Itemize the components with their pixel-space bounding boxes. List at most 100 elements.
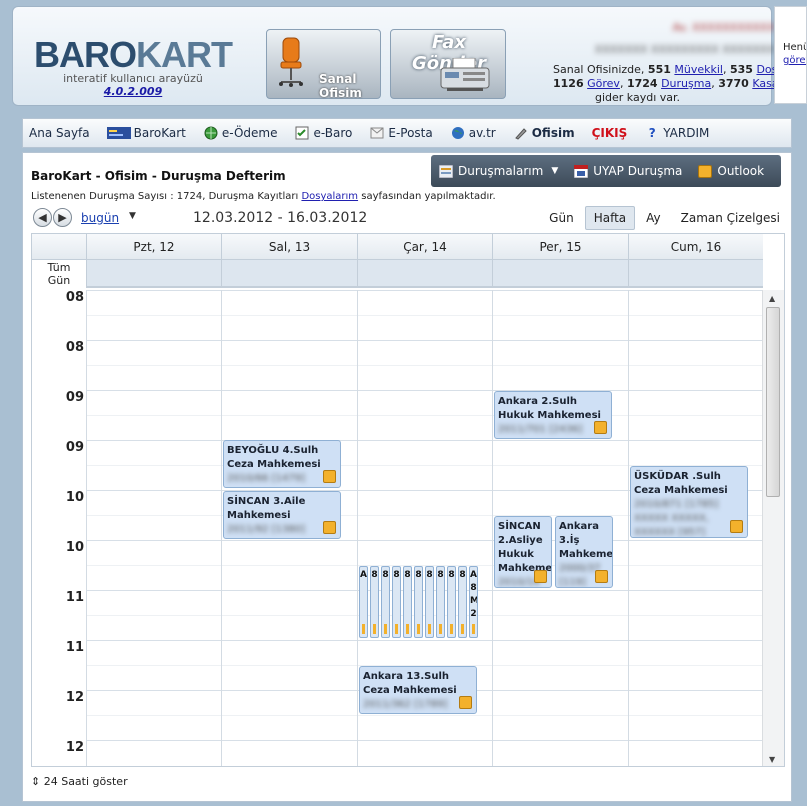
all-day-cell[interactable]	[221, 260, 357, 288]
calendar-grid: Pzt, 12 Sal, 13 Çar, 14 Per, 15 Cum, 16 …	[31, 233, 785, 767]
nav-ana-sayfa[interactable]: Ana Sayfa	[29, 126, 90, 140]
user-name: Av. XXXXXXXXXXX	[672, 21, 775, 34]
today-dropdown-icon[interactable]: ▼	[129, 211, 136, 221]
right-notice-strip: Henü görev	[774, 6, 807, 104]
card-icon	[106, 126, 131, 140]
all-day-cell[interactable]	[86, 260, 221, 288]
outlook-icon[interactable]	[594, 421, 607, 434]
hour-label: 10	[65, 540, 84, 555]
vertical-scrollbar[interactable]: ▲ ▼	[762, 290, 784, 766]
hour-label: 08	[65, 340, 84, 355]
dosyalarim-link[interactable]: Dosyalarım	[301, 191, 358, 202]
hour-label: 12	[65, 690, 84, 705]
version-link[interactable]: 4.0.2.009	[33, 85, 233, 98]
today-link[interactable]: bugün	[81, 211, 119, 225]
outlook-icon[interactable]	[730, 520, 743, 533]
scroll-up-arrow[interactable]: ▲	[769, 294, 775, 303]
event-card[interactable]: ÜSKÜDAR .Sulh Ceza Mahkemesi 2010/871 [1…	[630, 466, 748, 538]
outlook-icon[interactable]	[323, 521, 336, 534]
calendar-list-icon	[438, 164, 454, 178]
outlook-button[interactable]: Outlook	[698, 164, 764, 178]
all-day-cell[interactable]	[492, 260, 628, 288]
globe-icon	[203, 126, 219, 140]
fax-gonder-button[interactable]: Fax Gönder	[390, 29, 506, 99]
nav-barokart[interactable]: BaroKart	[106, 126, 186, 140]
event-narrow[interactable]: 8	[381, 566, 390, 638]
event-narrow[interactable]: 8	[370, 566, 379, 638]
event-narrow[interactable]: 8	[425, 566, 434, 638]
event-narrow[interactable]: 8	[436, 566, 445, 638]
nav-e-baro[interactable]: e-Baro	[294, 126, 352, 140]
hour-label: 08	[65, 290, 84, 305]
hour-label: 10	[65, 490, 84, 505]
all-day-row: Tüm Gün	[32, 260, 763, 288]
muvekkil-link[interactable]: Müvekkil	[674, 63, 723, 76]
all-day-label: Tüm Gün	[32, 260, 86, 288]
gorev-link[interactable]: Görev	[587, 77, 620, 90]
page-title: BaroKart - Ofisim - Duruşma Defterim	[31, 169, 286, 183]
header: BAROKART interatif kullanıcı arayüzü 4.0…	[12, 6, 806, 106]
hour-label: 11	[65, 640, 84, 655]
event-narrow[interactable]: A	[359, 566, 368, 638]
scroll-down-arrow[interactable]: ▼	[769, 755, 775, 764]
outlook-icon[interactable]	[595, 570, 608, 583]
page-info: Listenenen Duruşma Sayısı : 1724, Duruşm…	[31, 191, 496, 202]
sanal-ofisim-label: Sanal Ofisim	[319, 72, 362, 100]
nav-cikis[interactable]: ÇIKIŞ	[592, 126, 628, 140]
nav-e-posta[interactable]: E-Posta	[369, 126, 433, 140]
nav-e-odeme[interactable]: e-Ödeme	[203, 126, 277, 140]
sanal-ofisim-button[interactable]: Sanal Ofisim	[266, 29, 381, 100]
next-week-button[interactable]: ▶	[53, 208, 72, 227]
view-ay[interactable]: Ay	[637, 206, 670, 230]
outlook-icon[interactable]	[534, 570, 547, 583]
event-narrow[interactable]: 8	[447, 566, 456, 638]
all-day-cell[interactable]	[628, 260, 763, 288]
event-card[interactable]: Ankara 3.İş Mahkemesi 2000/37 [119]	[555, 516, 613, 588]
nav-ofisim[interactable]: Ofisim	[513, 126, 575, 140]
brand-name: BAROKART	[34, 34, 233, 75]
event-card[interactable]: Ankara 13.Sulh Ceza Mahkemesi 2011/362 […	[359, 666, 477, 714]
hour-label: 12	[65, 740, 84, 755]
event-narrow[interactable]: 8	[403, 566, 412, 638]
date-range: 12.03.2012 - 16.03.2012	[193, 210, 368, 226]
nav-av-tr[interactable]: av.tr	[450, 126, 496, 140]
time-grid[interactable]: 08 08 09 09 10 10 11 11 12 12 Ankara 2.S…	[32, 290, 763, 766]
uyap-durusma-button[interactable]: UYAP Duruşma	[573, 164, 682, 178]
earth-icon	[450, 126, 466, 140]
outlook-icon	[698, 164, 713, 178]
event-narrow[interactable]: 8	[414, 566, 423, 638]
calendar-toolbar: ◀ ▶ bugün ▼ 12.03.2012 - 16.03.2012 Gün …	[31, 205, 783, 233]
durusma-link[interactable]: Duruşma	[661, 77, 711, 90]
nav-yardim[interactable]: ? YARDIM	[644, 126, 710, 140]
main-nav: Ana Sayfa BaroKart e-Ödeme e-Baro E-Post…	[22, 118, 792, 148]
chair-icon	[279, 37, 303, 87]
view-hafta[interactable]: Hafta	[584, 206, 636, 230]
outlook-icon[interactable]	[323, 470, 336, 483]
event-card[interactable]: SİNCAN 2.Asliye Hukuk Mahkemesi 2010/14	[494, 516, 552, 588]
view-zaman-cizelgesi[interactable]: Zaman Çizelgesi	[672, 206, 789, 230]
event-card[interactable]: Ankara 2.Sulh Hukuk Mahkemesi 2011/701 […	[494, 391, 612, 439]
user-info: Av. XXXXXXXXXXX XXXXXXX XXXXXXXXX XXXXXX…	[553, 21, 806, 105]
outlook-icon[interactable]	[459, 696, 472, 709]
event-narrow[interactable]: A 8 M 2	[469, 566, 478, 638]
all-day-cell[interactable]	[357, 260, 492, 288]
logo: BAROKART interatif kullanıcı arayüzü 4.0…	[33, 34, 233, 99]
event-card[interactable]: SİNCAN 3.Aile Mahkemesi 2011/92 [1380]	[223, 491, 341, 539]
day-header: Pzt, 12	[86, 234, 221, 260]
event-card[interactable]: BEYOĞLU 4.Sulh Ceza Mahkemesi 2010/66 [1…	[223, 440, 341, 488]
view-gun[interactable]: Gün	[540, 206, 583, 230]
prev-week-button[interactable]: ◀	[33, 208, 52, 227]
uyap-icon	[573, 164, 589, 178]
fax-machine-icon	[440, 58, 490, 91]
event-narrow[interactable]: 8	[458, 566, 467, 638]
expand-icon: ⇕	[31, 775, 41, 788]
envelope-icon	[369, 126, 385, 140]
day-header: Sal, 13	[221, 234, 357, 260]
event-narrow[interactable]: 8	[392, 566, 401, 638]
show-24-hours-toggle[interactable]: ⇕ 24 Saati göster	[31, 775, 128, 788]
hour-label: 11	[65, 590, 84, 605]
scrollbar-thumb[interactable]	[766, 307, 780, 497]
durusmalarim-dropdown[interactable]: Duruşmalarım ▼	[438, 164, 558, 178]
strip-gorev-link[interactable]: görev	[783, 55, 806, 66]
user-office: XXXXXXX XXXXXXXXX XXXXXXX	[594, 43, 775, 56]
